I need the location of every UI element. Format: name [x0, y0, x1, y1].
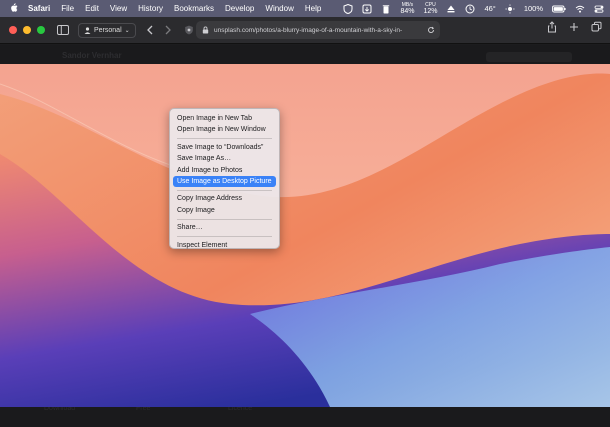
menu-item-copy-image[interactable]: Copy Image: [173, 205, 276, 216]
back-icon[interactable]: [146, 25, 154, 35]
menu-history[interactable]: History: [138, 4, 163, 13]
menu-item-open-image-new-window[interactable]: Open Image in New Window: [173, 124, 276, 135]
zoom-window-button[interactable]: [37, 26, 45, 34]
menu-separator: [177, 236, 272, 238]
battery-icon[interactable]: [552, 4, 566, 14]
menu-edit[interactable]: Edit: [85, 4, 99, 13]
network-meter-value: 84%: [400, 8, 415, 15]
menu-item-save-image-as[interactable]: Save Image As…: [173, 153, 276, 164]
network-meter[interactable]: MB/s 84%: [400, 2, 414, 15]
clock-icon[interactable]: [465, 4, 475, 14]
menu-item-save-image-downloads[interactable]: Save Image to “Downloads”: [173, 142, 276, 153]
menu-file[interactable]: File: [61, 4, 74, 13]
share-icon[interactable]: [547, 21, 557, 36]
context-menu: Open Image in New Tab Open Image in New …: [169, 108, 280, 249]
lock-icon: [202, 26, 209, 34]
download-box-icon[interactable]: [362, 4, 372, 14]
menu-bar: Safari File Edit View History Bookmarks …: [0, 0, 610, 17]
control-center-icon[interactable]: [594, 4, 604, 14]
cpu-meter-value: 12%: [423, 8, 438, 15]
close-window-button[interactable]: [9, 26, 17, 34]
menu-window[interactable]: Window: [265, 4, 293, 13]
battery-percent[interactable]: 100%: [524, 4, 543, 13]
tab-overview-icon[interactable]: [591, 21, 602, 36]
window-controls: [9, 26, 45, 34]
cpu-meter[interactable]: CPU 12%: [423, 2, 437, 15]
temperature-reading[interactable]: 46°: [484, 4, 495, 13]
url-text: unsplash.com/photos/a-blurry-image-of-a-…: [214, 26, 403, 34]
profile-button[interactable]: Personal ⌄: [78, 22, 136, 38]
forward-icon[interactable]: [164, 25, 172, 35]
shield-icon[interactable]: [343, 3, 353, 14]
chevron-down-icon: ⌄: [124, 27, 130, 34]
menu-separator: [177, 138, 272, 140]
wallpaper-image[interactable]: [0, 64, 610, 407]
minimize-window-button[interactable]: [23, 26, 31, 34]
privacy-report-icon[interactable]: [184, 25, 194, 35]
menu-item-inspect-element[interactable]: Inspect Element: [173, 240, 276, 251]
reload-icon[interactable]: [427, 26, 435, 34]
person-icon: [84, 26, 91, 34]
menu-bookmarks[interactable]: Bookmarks: [174, 4, 214, 13]
sidebar-toggle-icon[interactable]: [57, 25, 69, 35]
menu-item-open-image-new-tab[interactable]: Open Image in New Tab: [173, 113, 276, 124]
safari-toolbar: Personal ⌄ unsplash.com/photos/a-blurry-…: [0, 17, 610, 44]
menu-help[interactable]: Help: [305, 4, 321, 13]
menu-develop[interactable]: Develop: [225, 4, 254, 13]
apple-icon[interactable]: [9, 2, 19, 15]
trash-icon[interactable]: [381, 4, 391, 14]
toolbar-right-group: [547, 21, 602, 36]
address-bar[interactable]: unsplash.com/photos/a-blurry-image-of-a-…: [196, 21, 440, 39]
menu-app-safari[interactable]: Safari: [28, 4, 50, 13]
menubar-status-area: MB/s 84% CPU 12% 46° 100%: [343, 0, 604, 17]
photographer-name: Sandor Vernhar: [62, 51, 122, 60]
sun-icon[interactable]: [505, 4, 515, 14]
download-button-dimmed: [486, 52, 572, 62]
menu-separator: [177, 218, 272, 220]
menu-item-share[interactable]: Share…: [173, 222, 276, 233]
menu-item-use-as-desktop-picture[interactable]: Use Image as Desktop Picture: [173, 175, 276, 188]
menu-separator: [177, 189, 272, 191]
eject-icon[interactable]: [446, 4, 456, 14]
wifi-icon[interactable]: [575, 4, 585, 14]
menu-item-copy-image-address[interactable]: Copy Image Address: [173, 193, 276, 204]
profile-label: Personal: [94, 26, 122, 34]
menu-view[interactable]: View: [110, 4, 127, 13]
menu-item-add-image-to-photos[interactable]: Add Image to Photos: [173, 165, 276, 176]
new-tab-icon[interactable]: [569, 21, 579, 36]
